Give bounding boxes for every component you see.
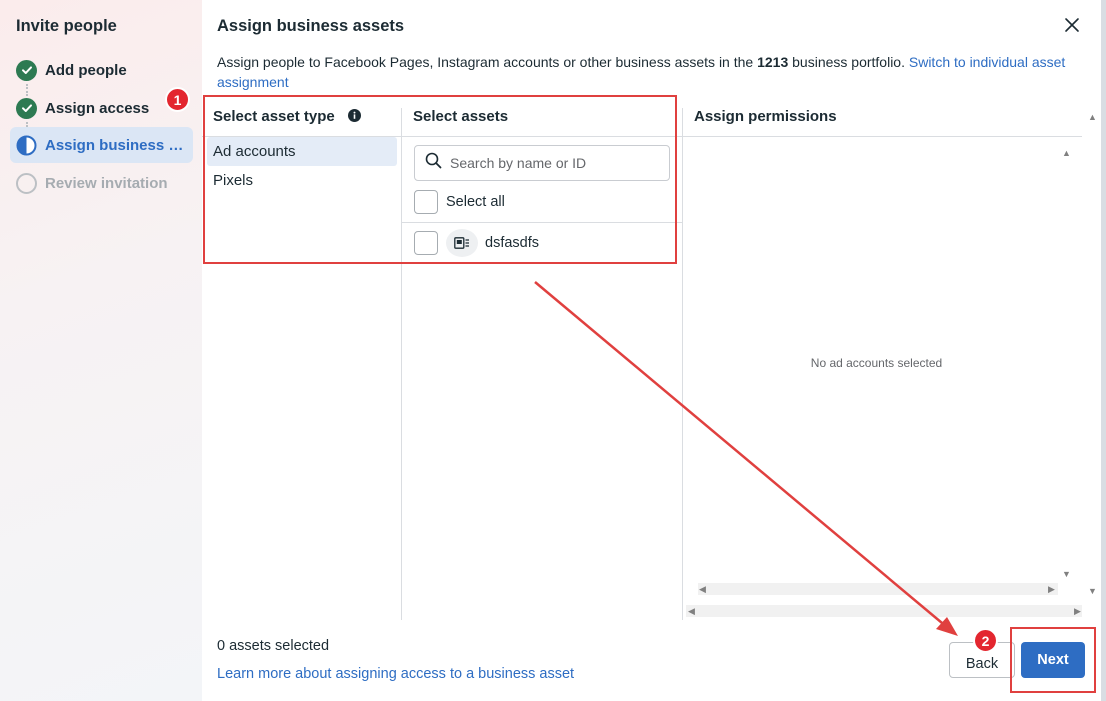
- inner-horizontal-scrollbar[interactable]: [698, 583, 1058, 595]
- horizontal-scrollbar[interactable]: [686, 605, 1082, 617]
- step-review-invitation[interactable]: Review invitation: [10, 165, 193, 201]
- dialog-title: Assign business assets: [217, 17, 405, 35]
- inner-scroll-up-arrow[interactable]: ▲: [1062, 148, 1071, 158]
- step-label: Add people: [45, 61, 127, 79]
- inner-scroll-left-arrow[interactable]: ◀: [699, 584, 706, 594]
- description-text: Assign people to Facebook Pages, Instagr…: [217, 54, 758, 70]
- assign-permissions-header: Assign permissions: [694, 108, 837, 125]
- check-icon: [16, 59, 37, 81]
- dialog-description: Assign people to Facebook Pages, Instagr…: [217, 52, 1087, 92]
- inner-scroll-down-arrow[interactable]: ▼: [1062, 569, 1071, 579]
- annotation-badge-1: 1: [165, 87, 190, 112]
- step-assign-business-assets[interactable]: Assign business assets: [10, 127, 193, 163]
- column-divider: [682, 108, 683, 620]
- check-icon: [16, 97, 37, 119]
- step-add-people[interactable]: Add people: [10, 52, 193, 88]
- annotation-box-1: [203, 95, 677, 264]
- permissions-empty-text: No ad accounts selected: [810, 356, 943, 370]
- learn-more-link[interactable]: Learn more about assigning access to a b…: [217, 666, 574, 682]
- scroll-up-arrow[interactable]: ▲: [1088, 112, 1097, 122]
- scroll-left-arrow[interactable]: ◀: [688, 606, 695, 616]
- half-circle-icon: [16, 135, 37, 156]
- description-text: business portfolio.: [788, 54, 909, 70]
- assets-selected-count: 0 assets selected: [217, 638, 330, 654]
- stepper-panel: Invite people Add people Assign access A…: [0, 0, 202, 701]
- step-label: Assign business assets: [45, 136, 185, 154]
- annotation-badge-2: 2: [973, 628, 998, 653]
- portfolio-name: 1213: [757, 54, 789, 70]
- inner-scroll-right-arrow[interactable]: ▶: [1048, 584, 1055, 594]
- scroll-down-arrow[interactable]: ▼: [1088, 586, 1097, 596]
- empty-circle-icon: [16, 172, 37, 194]
- close-icon[interactable]: [1061, 14, 1083, 36]
- scroll-right-arrow[interactable]: ▶: [1074, 606, 1081, 616]
- stepper-title: Invite people: [16, 17, 117, 35]
- step-label: Assign access: [45, 99, 150, 117]
- page-edge: [1101, 0, 1106, 701]
- annotation-box-2: [1010, 627, 1096, 693]
- step-label: Review invitation: [45, 174, 168, 192]
